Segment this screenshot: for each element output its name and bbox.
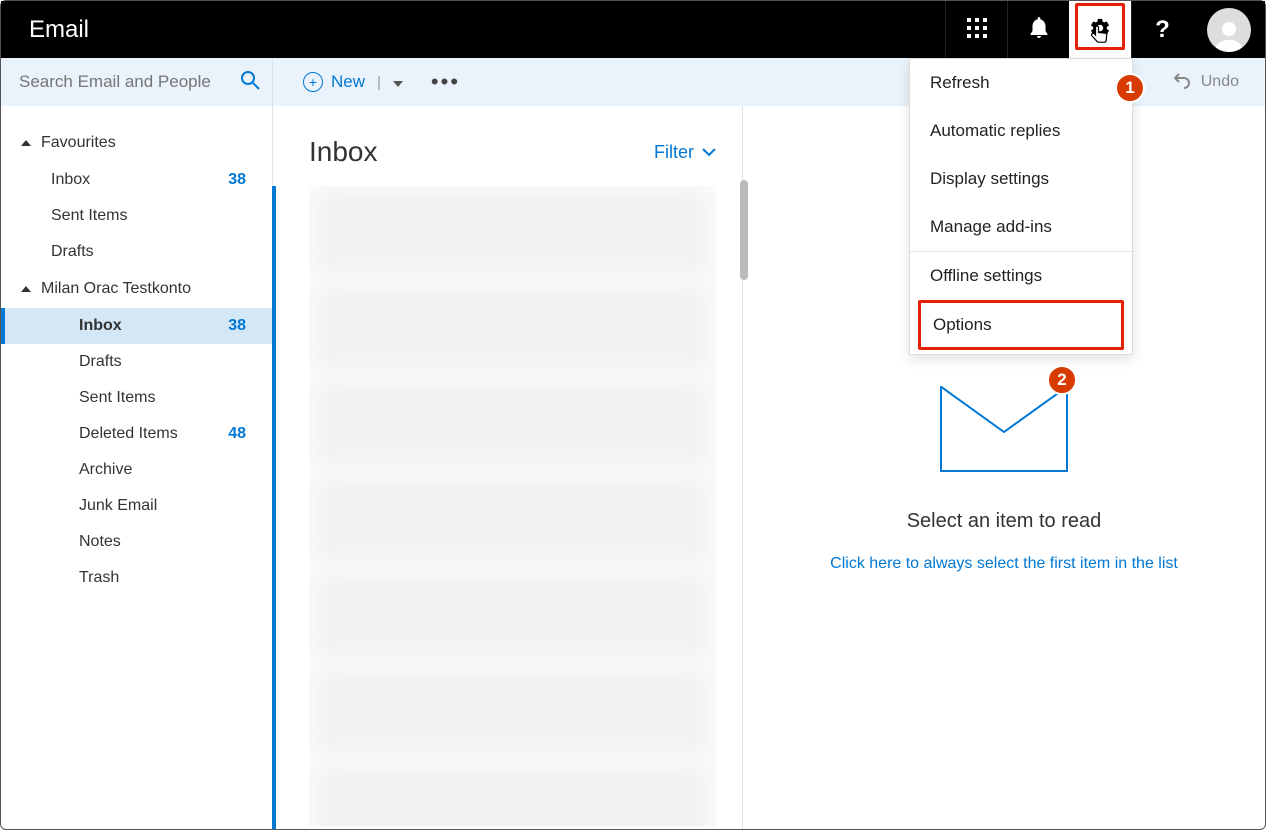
sidebar-item-label: Drafts: [79, 353, 122, 371]
reading-select-first-link[interactable]: Click here to always select the first it…: [830, 555, 1178, 573]
list-item[interactable]: [309, 666, 716, 756]
message-list-blurred: [309, 186, 716, 826]
list-item[interactable]: [309, 378, 716, 468]
new-dropdown-button[interactable]: [393, 74, 403, 91]
plus-circle-icon: +: [303, 72, 323, 92]
more-actions-button[interactable]: •••: [431, 69, 460, 95]
sidebar-item-label: Sent Items: [51, 207, 127, 225]
list-item[interactable]: [309, 762, 716, 826]
list-item[interactable]: [309, 474, 716, 564]
list-item[interactable]: [309, 282, 716, 372]
chevron-up-icon: [21, 140, 31, 146]
settings-button[interactable]: [1069, 1, 1131, 58]
question-icon: ?: [1155, 16, 1170, 44]
avatar-icon: [1207, 8, 1251, 52]
sidebar-item-junk[interactable]: Junk Email: [1, 488, 272, 524]
filter-label: Filter: [654, 142, 694, 163]
sidebar-item-inbox[interactable]: Inbox 38: [1, 308, 272, 344]
new-button-group: + New |: [273, 72, 403, 92]
ellipsis-icon: •••: [431, 69, 460, 94]
filter-button[interactable]: Filter: [654, 142, 716, 163]
settings-dropdown-menu: Refresh Automatic replies Display settin…: [909, 58, 1133, 355]
sidebar-item-fav-drafts[interactable]: Drafts: [1, 234, 272, 270]
sidebar-item-trash[interactable]: Trash: [1, 560, 272, 596]
reading-prompt: Select an item to read: [907, 510, 1102, 533]
menu-item-refresh[interactable]: Refresh: [910, 59, 1132, 107]
divider: |: [377, 74, 381, 91]
sidebar-item-drafts[interactable]: Drafts: [1, 344, 272, 380]
pointer-cursor-icon: [1091, 25, 1109, 49]
sidebar-item-label: Trash: [79, 569, 119, 587]
sidebar-item-label: Deleted Items: [79, 425, 178, 443]
folder-sidebar: Favourites Inbox 38 Sent Items Drafts Mi…: [1, 106, 273, 829]
sidebar-item-label: Inbox: [79, 317, 122, 335]
user-avatar-button[interactable]: [1193, 1, 1265, 58]
sidebar-item-label: Junk Email: [79, 497, 157, 515]
annotation-highlight-options: Options: [918, 300, 1124, 350]
search-box[interactable]: [1, 58, 273, 106]
list-header: Inbox Filter: [309, 136, 716, 168]
chevron-up-icon: [21, 286, 31, 292]
envelope-icon: [940, 386, 1068, 472]
sidebar-section-label: Milan Orac Testkonto: [41, 280, 191, 298]
undo-icon: [1173, 71, 1191, 94]
annotation-badge-2: 2: [1047, 365, 1077, 395]
search-icon[interactable]: [240, 70, 260, 94]
sidebar-item-notes[interactable]: Notes: [1, 524, 272, 560]
help-button[interactable]: ?: [1131, 1, 1193, 58]
top-bar: Email ?: [1, 1, 1265, 58]
app-brand: Email: [1, 16, 945, 44]
sidebar-item-label: Archive: [79, 461, 132, 479]
menu-item-offline-settings[interactable]: Offline settings: [910, 252, 1132, 300]
sidebar-item-sent[interactable]: Sent Items: [1, 380, 272, 416]
selection-edge: [272, 186, 276, 829]
sidebar-item-label: Drafts: [51, 243, 94, 261]
new-button[interactable]: + New: [303, 72, 365, 92]
chevron-down-icon: [393, 81, 403, 87]
menu-item-manage-addins[interactable]: Manage add-ins: [910, 203, 1132, 251]
sidebar-item-label: Sent Items: [79, 389, 155, 407]
search-input[interactable]: [19, 72, 240, 92]
message-list-panel: Inbox Filter: [273, 106, 743, 829]
sidebar-section-favourites[interactable]: Favourites: [1, 124, 272, 162]
annotation-badge-1: 1: [1115, 73, 1145, 103]
sidebar-item-fav-inbox[interactable]: Inbox 38: [1, 162, 272, 198]
bell-icon: [1029, 17, 1049, 43]
waffle-icon: [967, 18, 987, 42]
menu-item-display-settings[interactable]: Display settings: [910, 155, 1132, 203]
sidebar-item-archive[interactable]: Archive: [1, 452, 272, 488]
sidebar-item-label: Inbox: [51, 171, 90, 189]
undo-label: Undo: [1201, 73, 1239, 91]
sidebar-item-deleted[interactable]: Deleted Items 48: [1, 416, 272, 452]
sidebar-item-fav-sent[interactable]: Sent Items: [1, 198, 272, 234]
menu-item-options[interactable]: Options: [921, 303, 1121, 347]
sidebar-section-account[interactable]: Milan Orac Testkonto: [1, 270, 272, 308]
sidebar-section-label: Favourites: [41, 134, 116, 152]
sidebar-item-count: 38: [228, 171, 246, 189]
apps-launcher-button[interactable]: [945, 1, 1007, 58]
list-item[interactable]: [309, 570, 716, 660]
undo-button[interactable]: Undo: [1173, 71, 1265, 94]
list-item[interactable]: [309, 186, 716, 276]
chevron-down-icon: [702, 142, 716, 163]
list-title: Inbox: [309, 136, 378, 168]
sidebar-item-label: Notes: [79, 533, 121, 551]
notifications-button[interactable]: [1007, 1, 1069, 58]
sidebar-item-count: 48: [228, 425, 246, 443]
sidebar-item-count: 38: [228, 317, 246, 335]
new-button-label: New: [331, 72, 365, 92]
menu-item-automatic-replies[interactable]: Automatic replies: [910, 107, 1132, 155]
